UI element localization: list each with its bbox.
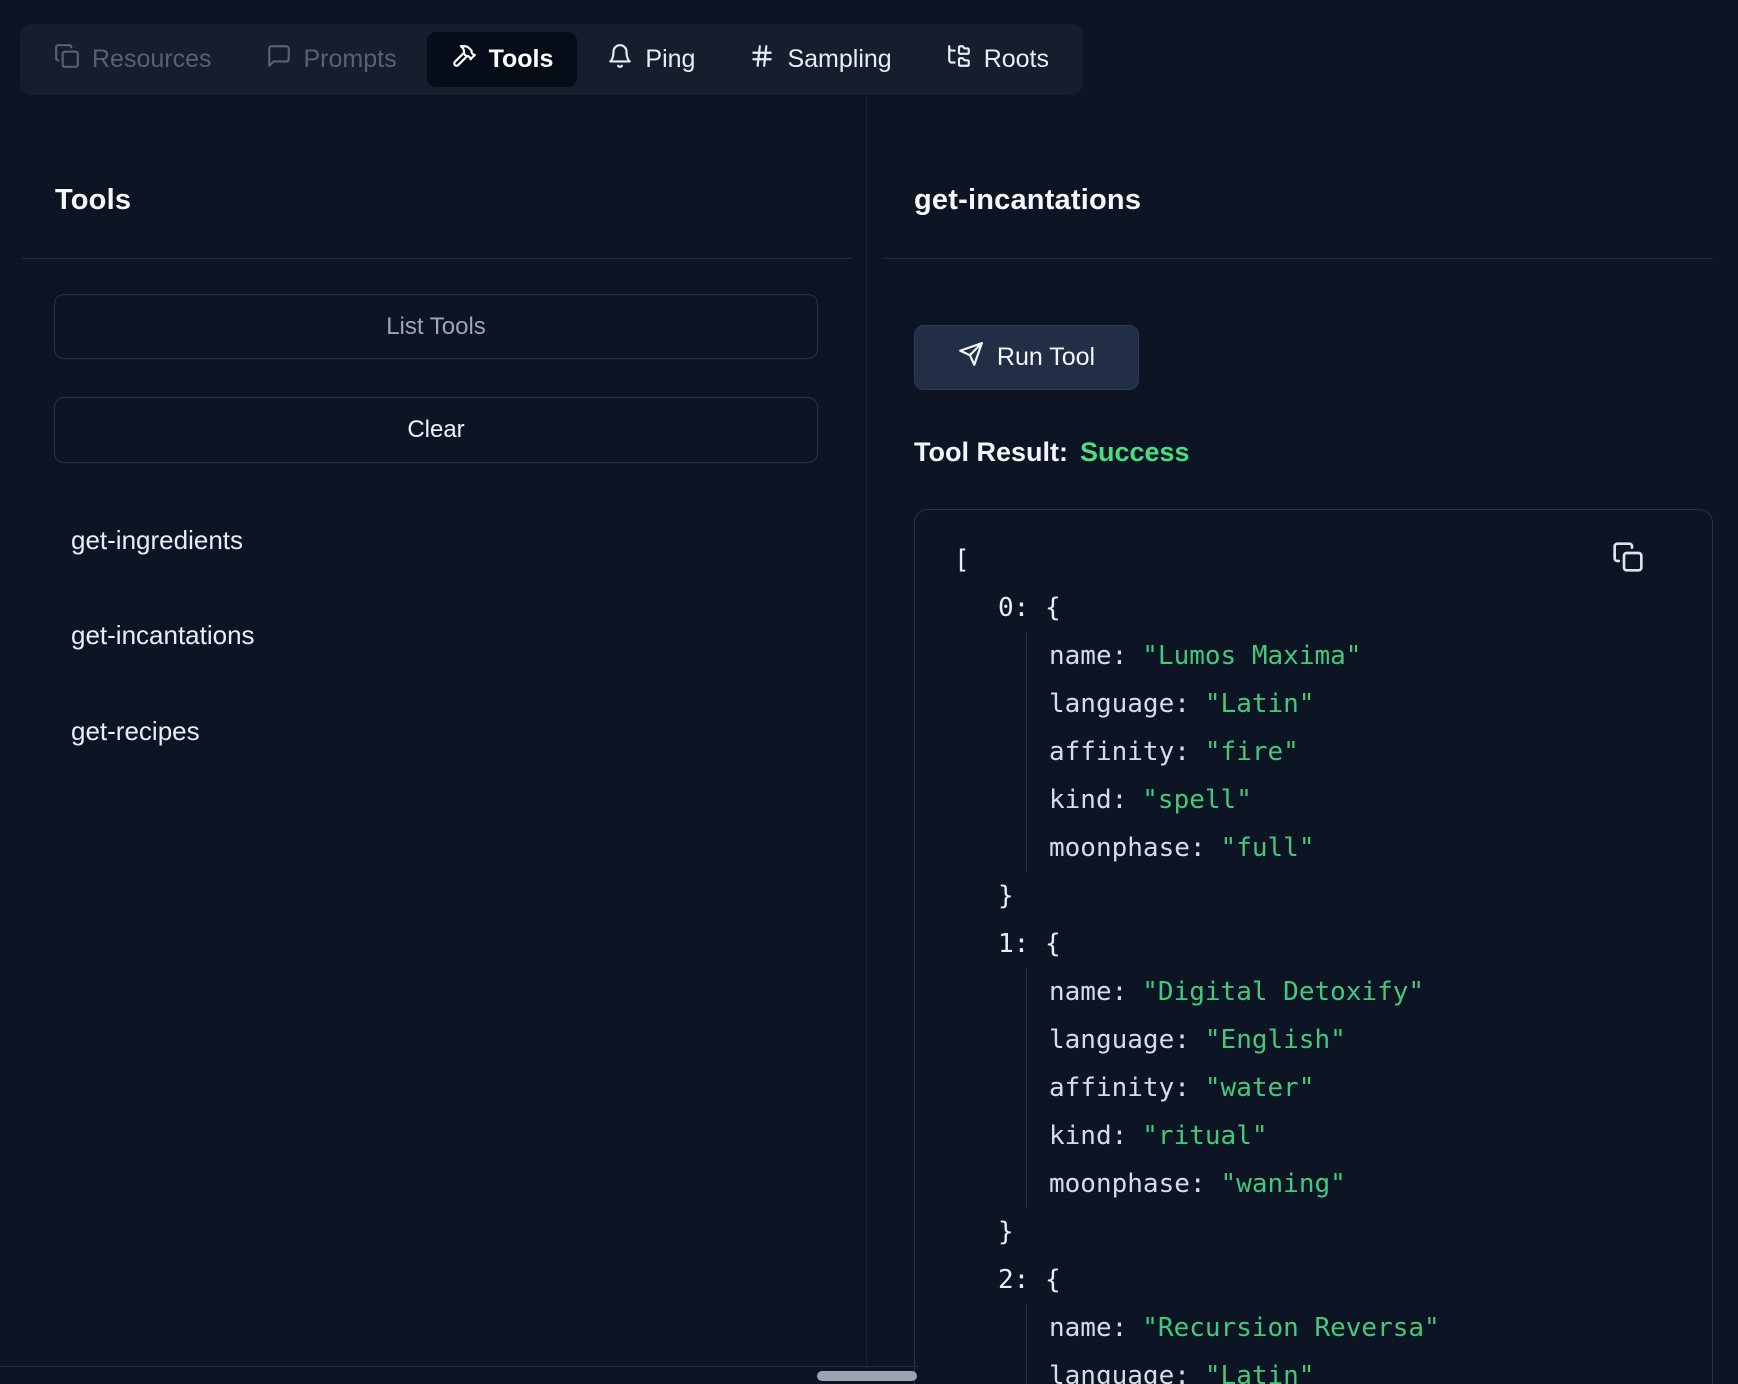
- tab-label: Prompts: [304, 45, 397, 74]
- json-key: name:: [1049, 977, 1127, 1007]
- resources-icon: [54, 43, 80, 76]
- tool-result-line: Tool Result: Success: [914, 437, 1190, 468]
- json-result-viewer: [ 0: { name: "Lumos Maxima" language: "Lat…: [914, 509, 1713, 1384]
- divider: [882, 258, 1713, 259]
- json-object-entries: name: "Recursion Reversa" language: "Latin…: [1026, 1304, 1692, 1384]
- json-value: "ritual": [1142, 1121, 1267, 1151]
- app-root: Resources Prompts Tools Ping Sampling: [0, 0, 1738, 1384]
- tab-label: Resources: [92, 45, 212, 74]
- divider: [22, 258, 852, 259]
- prompts-icon: [266, 43, 292, 76]
- json-object-close: }: [998, 872, 1692, 920]
- tool-list-item[interactable]: get-recipes: [54, 700, 784, 762]
- json-entry: kind: "spell": [1049, 776, 1692, 824]
- json-entry: language: "Latin": [1049, 680, 1692, 728]
- json-object-open: 1: {: [998, 920, 1692, 968]
- json-key: kind:: [1049, 1121, 1127, 1151]
- json-value: "Latin": [1205, 1361, 1315, 1384]
- json-key: affinity:: [1049, 737, 1190, 767]
- tab-label: Tools: [489, 45, 554, 74]
- json-object: 2: { name: "Recursion Reversa" language: "…: [998, 1256, 1692, 1384]
- tool-result-label: Tool Result:: [914, 437, 1068, 468]
- json-value: "full": [1221, 833, 1315, 863]
- tab-label: Sampling: [787, 45, 891, 74]
- list-tools-button[interactable]: List Tools: [54, 294, 818, 359]
- json-value: "Lumos Maxima": [1142, 641, 1361, 671]
- hash-icon: [749, 43, 775, 76]
- send-icon: [958, 341, 984, 374]
- json-object-entries: name: "Lumos Maxima" language: "Latin" aff…: [1026, 632, 1692, 872]
- json-value: "water": [1205, 1073, 1315, 1103]
- json-value: "waning": [1221, 1169, 1346, 1199]
- json-key: moonphase:: [1049, 833, 1206, 863]
- json-value: "spell": [1142, 785, 1252, 815]
- tab-label: Roots: [984, 45, 1049, 74]
- tab-tools[interactable]: Tools: [427, 32, 578, 87]
- tab-roots[interactable]: Roots: [922, 32, 1073, 87]
- json-object-entries: name: "Digital Detoxify" language: "Englis…: [1026, 968, 1692, 1208]
- json-entry: affinity: "water": [1049, 1064, 1692, 1112]
- pane-resize-handle[interactable]: [866, 96, 867, 1366]
- tab-label: Ping: [645, 45, 695, 74]
- tab-bar: Resources Prompts Tools Ping Sampling: [20, 24, 1083, 95]
- json-entry: language: "Latin": [1049, 1352, 1692, 1384]
- json-object: 0: { name: "Lumos Maxima" language: "Latin…: [998, 584, 1692, 920]
- json-key: moonphase:: [1049, 1169, 1206, 1199]
- json-entry: language: "English": [1049, 1016, 1692, 1064]
- tab-ping[interactable]: Ping: [583, 32, 719, 87]
- json-object: 1: { name: "Digital Detoxify" language: "E…: [998, 920, 1692, 1256]
- json-entry: kind: "ritual": [1049, 1112, 1692, 1160]
- json-entry: moonphase: "full": [1049, 824, 1692, 872]
- json-key: name:: [1049, 641, 1127, 671]
- json-value: "fire": [1205, 737, 1299, 767]
- json-key: language:: [1049, 689, 1190, 719]
- folder-tree-icon: [946, 43, 972, 76]
- tools-panel-title: Tools: [55, 184, 131, 217]
- json-key: name:: [1049, 1313, 1127, 1343]
- json-value: "Digital Detoxify": [1142, 977, 1424, 1007]
- json-entry: name: "Recursion Reversa": [1049, 1304, 1692, 1352]
- bell-icon: [607, 43, 633, 76]
- json-value: "Recursion Reversa": [1142, 1313, 1439, 1343]
- json-object-close: }: [998, 1208, 1692, 1256]
- json-entry: name: "Digital Detoxify": [1049, 968, 1692, 1016]
- tool-result-status: Success: [1080, 437, 1190, 468]
- json-object-open: 2: {: [998, 1256, 1692, 1304]
- json-value: "Latin": [1205, 689, 1315, 719]
- json-key: language:: [1049, 1025, 1190, 1055]
- json-entry: moonphase: "waning": [1049, 1160, 1692, 1208]
- json-entry: affinity: "fire": [1049, 728, 1692, 776]
- horizontal-scrollbar-thumb[interactable]: [817, 1371, 917, 1381]
- copy-icon-button[interactable]: [1610, 540, 1646, 576]
- json-key: language:: [1049, 1361, 1190, 1384]
- tool-list-item[interactable]: get-incantations: [54, 604, 784, 666]
- scrollbar-track: [0, 1366, 918, 1367]
- clear-button[interactable]: Clear: [54, 397, 818, 463]
- json-object-open: 0: {: [998, 584, 1692, 632]
- tab-prompts[interactable]: Prompts: [242, 32, 421, 87]
- tab-resources[interactable]: Resources: [30, 32, 236, 87]
- selected-tool-title: get-incantations: [914, 184, 1141, 217]
- tab-sampling[interactable]: Sampling: [725, 32, 915, 87]
- hammer-icon: [451, 43, 477, 76]
- tool-list-item[interactable]: get-ingredients: [54, 509, 784, 571]
- run-tool-label: Run Tool: [997, 343, 1095, 372]
- json-key: kind:: [1049, 785, 1127, 815]
- run-tool-button[interactable]: Run Tool: [914, 325, 1139, 390]
- json-entry: name: "Lumos Maxima": [1049, 632, 1692, 680]
- json-open-bracket: [: [954, 536, 1692, 584]
- json-value: "English": [1205, 1025, 1346, 1055]
- json-key: affinity:: [1049, 1073, 1190, 1103]
